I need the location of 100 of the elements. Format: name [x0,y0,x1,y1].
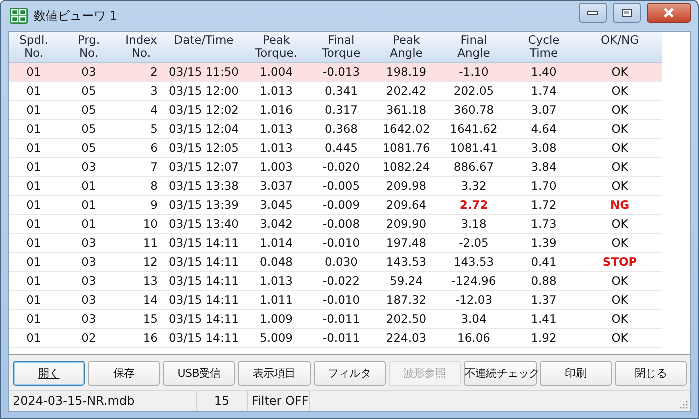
column-header[interactable]: Final Torque [309,32,374,62]
table-cell-text: 143.53 [452,254,496,271]
table-cell-text: 05 [80,102,98,119]
table-cell-text: -0.013 [322,64,362,81]
toolbar-button[interactable]: 表示項目 [238,361,310,386]
table-cell-text: 0.317 [324,102,359,119]
table-cell-text: 197.48 [385,235,428,252]
table-cell-text: 01 [26,197,42,214]
table-cell-text: OK [610,330,630,347]
table-cell-text: 202.05 [452,83,496,100]
table-cell-text: OK [610,121,630,138]
status-count: 15 [197,391,248,411]
table-cell-text: 03/15 14:11 [168,330,240,347]
table-cell-text: 05 [80,83,98,100]
table-cell-text: -0.010 [322,292,362,309]
column-header[interactable]: OK/NG [579,32,661,62]
column-header[interactable]: Date/Time [164,32,244,62]
table-cell-text: 1.004 [259,64,294,81]
maximize-icon [621,8,633,18]
column-header[interactable]: Peak Torque. [244,32,309,62]
resize-grip-icon[interactable] [680,401,688,409]
toolbar-button[interactable]: 不連続チェック [464,361,537,386]
table-cell-text: OK [610,273,630,290]
table-cell-text: 11 [142,235,159,252]
table-cell-text: 187.32 [385,292,428,309]
table-cell-text: OK [610,83,630,100]
table-cell-text: 15 [142,311,159,328]
table-cell-text: 1.74 [530,83,558,100]
table-cell-text: 5 [150,121,159,138]
table-cell-text: 01 [80,178,98,195]
toolbar-button[interactable]: フィルタ [314,361,386,386]
column-header[interactable]: Index No. [119,32,164,62]
toolbar-button[interactable]: 開く [13,361,86,386]
table-cell-text: 16.06 [456,330,492,347]
table-cell-text: 1.39 [530,235,558,252]
table-cell-text: 3 [150,83,159,100]
table-cell-text: 1.70 [530,178,558,195]
table-cell-text: 16 [142,330,159,347]
table-cell-text: 3.037 [259,178,294,195]
table-cell-text: 05 [80,121,98,138]
table-cell-text: 3.07 [530,102,558,119]
table-cell-text: 03 [80,159,98,176]
table-cell-text: 01 [26,235,42,252]
table-cell-text: -124.96 [450,273,498,290]
table-cell-text: -12.03 [454,292,494,309]
window-title: 数値ビューワ 1 [34,8,118,24]
table-cell-text: -0.020 [322,159,362,176]
table-cell-text: 01 [80,216,98,233]
table-cell-text: 1641.62 [449,121,499,138]
toolbar-button[interactable]: 印刷 [540,361,612,386]
table-cell-text: 01 [26,121,42,138]
table-cell-text: 03/15 12:00 [168,83,240,100]
table-cell-text: -0.022 [322,273,362,290]
table-cell-text: 3.045 [259,197,294,214]
table-cell-text: 9 [150,197,159,214]
close-button[interactable] [647,3,691,23]
table-cell-text: 1.013 [259,273,294,290]
minimize-icon [587,10,599,16]
column-header[interactable]: Final Angle [439,32,509,62]
table-row[interactable]: 01 03 2 03/15 11:50 1.004 -0.013 198.19 -1.10 1.40 OK [9,63,662,82]
table-cell-text: 1.40 [530,64,558,81]
table-cell-text: 1.72 [530,197,558,214]
table-cell-text: OK [610,64,630,81]
maximize-button[interactable] [613,3,641,23]
table-cell-text: 05 [80,140,98,157]
table-cell-text: 0.048 [259,254,294,271]
table-cell-text: 01 [26,178,42,195]
toolbar-button[interactable]: 閉じる [614,361,687,386]
table-cell-text: 01 [26,159,42,176]
table-cell-text: 3.04 [460,311,488,328]
table-cell-text: 02 [80,330,98,347]
close-icon [662,7,676,19]
table-cell-text: 3.18 [460,216,488,233]
minimize-button[interactable] [579,3,607,23]
table-cell-text: 03 [80,292,98,309]
column-header[interactable]: Spdl. No. [9,32,59,62]
table-cell-text: 03 [80,311,98,328]
toolbar-button[interactable]: 保存 [88,361,160,386]
column-header[interactable]: Prg. No. [59,32,119,62]
table-cell-text: 361.18 [385,102,428,119]
table-cell-text: 0.341 [324,83,359,100]
table-cell-text: 3.32 [460,178,488,195]
table-cell-text: OK [610,311,630,328]
column-header[interactable]: Cycle Time [509,32,579,62]
table-cell-text: 2 [150,64,159,81]
table-cell-text: 01 [26,140,42,157]
column-header[interactable]: Peak Angle [374,32,439,62]
table-cell-text: 03/15 14:11 [168,235,240,252]
table-cell-text: 209.90 [385,216,428,233]
table-cell-text: OK [610,216,630,233]
table-cell-text: 03/15 14:11 [168,292,240,309]
table-cell-text: 10 [142,216,159,233]
table-cell-text: 6 [150,140,159,157]
table-cell-text: OK [610,102,630,119]
table-cell-text: 3.042 [259,216,294,233]
table-cell-text: 01 [26,216,42,233]
table-cell-text: 7 [150,159,159,176]
toolbar-button[interactable]: USB受信 [163,361,236,386]
table-cell-text: -1.10 [458,64,490,81]
table-cell-text: -0.009 [322,197,362,214]
